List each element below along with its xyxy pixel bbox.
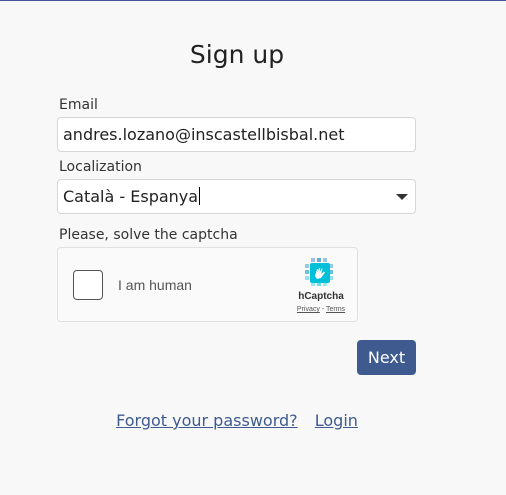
login-link[interactable]: Login [315, 411, 358, 430]
footer-links: Forgot your password? Login [0, 411, 474, 430]
hcaptcha-logo-icon [305, 258, 333, 286]
text-cursor [199, 187, 201, 205]
captcha-privacy-link[interactable]: Privacy [297, 306, 320, 313]
email-label: Email [59, 97, 98, 113]
localization-selected-value: Català - Espanya [63, 187, 201, 206]
localization-select[interactable]: Català - Espanya [57, 179, 416, 214]
captcha-checkbox[interactable] [73, 270, 103, 300]
localization-label: Localization [59, 159, 142, 175]
captcha-brand: hCaptcha [298, 291, 344, 302]
next-button[interactable]: Next [357, 340, 416, 375]
forgot-password-link[interactable]: Forgot your password? [116, 411, 298, 430]
captcha-link-separator: - [321, 306, 325, 313]
captcha-prompt: Please, solve the captcha [59, 227, 238, 243]
captcha-checkbox-label: I am human [118, 277, 192, 293]
dropdown-arrow-icon[interactable] [396, 194, 408, 200]
captcha-widget: I am human hCaptcha Privacy - Terms [57, 247, 358, 322]
top-border [0, 0, 506, 1]
email-field[interactable] [57, 117, 416, 152]
captcha-terms-link[interactable]: Terms [326, 306, 345, 313]
captcha-links: Privacy - Terms [288, 306, 354, 313]
page-title: Sign up [189, 40, 285, 69]
